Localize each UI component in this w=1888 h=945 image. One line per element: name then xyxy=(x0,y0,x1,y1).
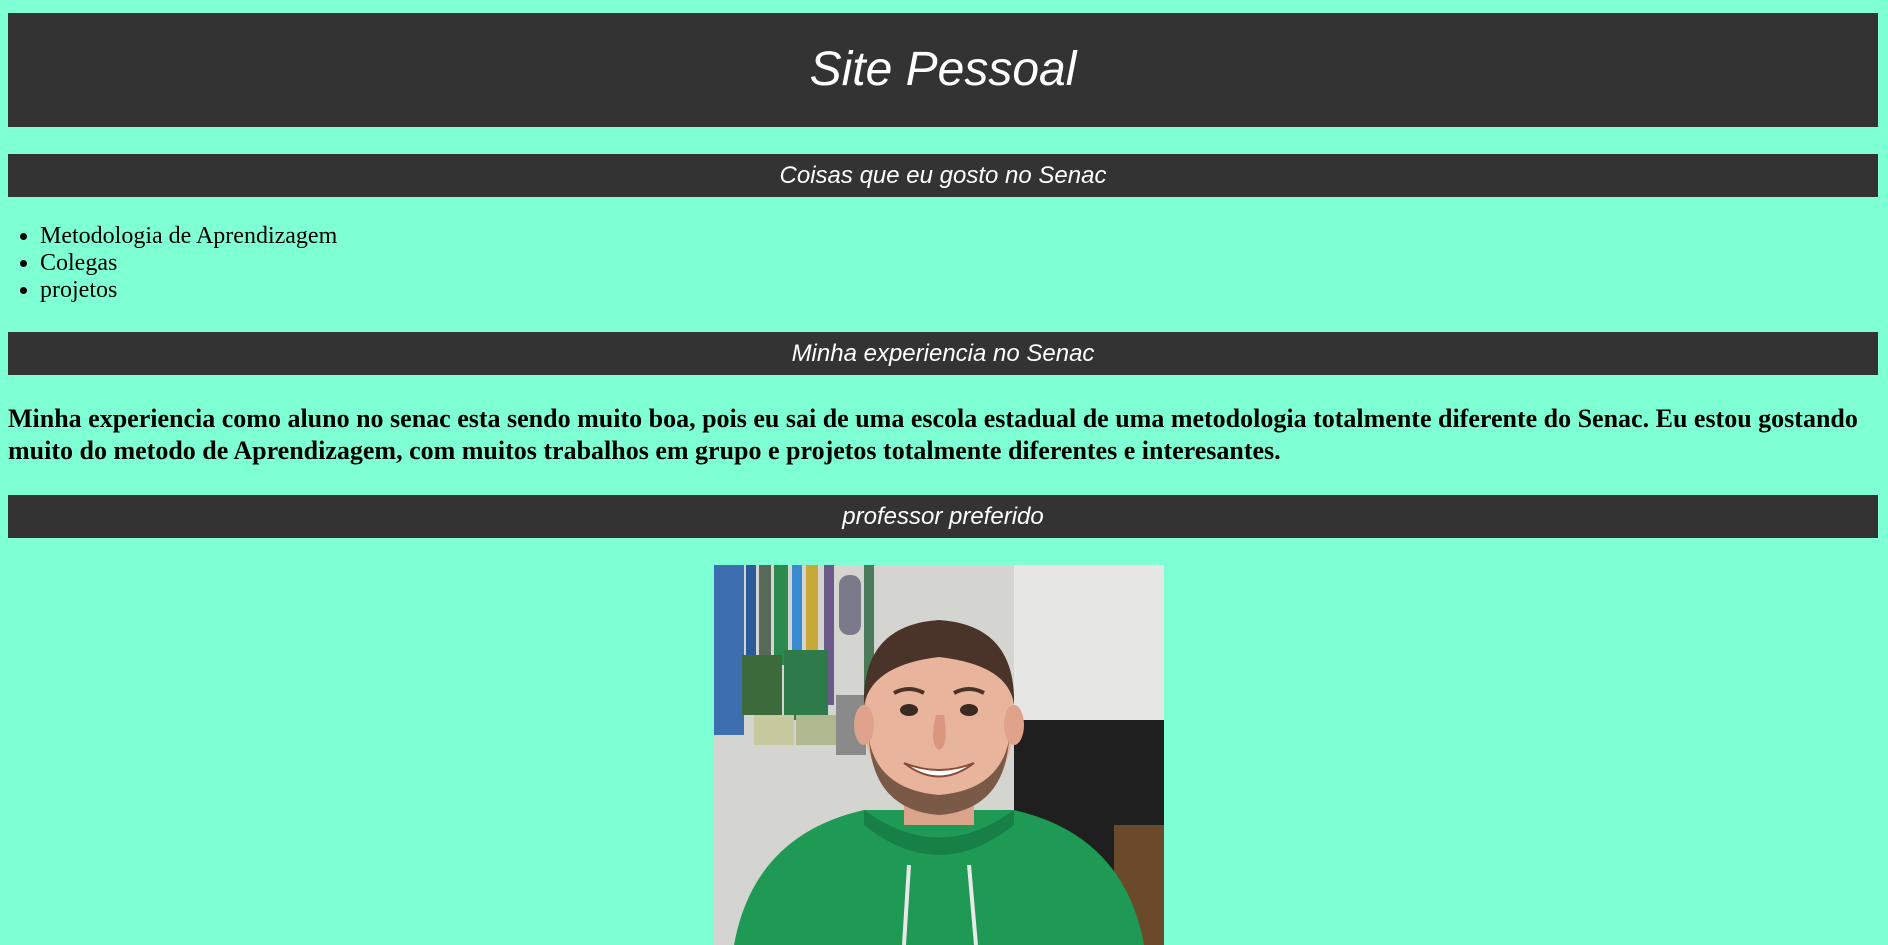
teacher-photo xyxy=(714,565,1164,945)
list-item: projetos xyxy=(40,277,1878,304)
list-item: Colegas xyxy=(40,250,1878,277)
experience-paragraph: Minha experiencia como aluno no senac es… xyxy=(8,404,1858,465)
experience-section-title: Minha experiencia no Senac xyxy=(791,339,1095,367)
teacher-photo-container xyxy=(8,565,1878,945)
teacher-section-header: professor preferido xyxy=(8,495,1878,538)
site-title: Site Pessoal xyxy=(809,43,1077,96)
likes-section-header: Coisas que eu gosto no Senac xyxy=(8,154,1878,197)
teacher-photo-illustration xyxy=(714,565,1164,945)
list-item: Metodologia de Aprendizagem xyxy=(40,223,1878,250)
teacher-section-title: professor preferido xyxy=(842,502,1044,530)
page-wrapper: Site Pessoal Coisas que eu gosto no Sena… xyxy=(8,13,1878,945)
experience-section-header: Minha experiencia no Senac xyxy=(8,332,1878,375)
likes-list: Metodologia de Aprendizagem Colegas proj… xyxy=(0,223,1878,304)
likes-section-title: Coisas que eu gosto no Senac xyxy=(779,161,1107,189)
site-header: Site Pessoal xyxy=(8,13,1878,127)
